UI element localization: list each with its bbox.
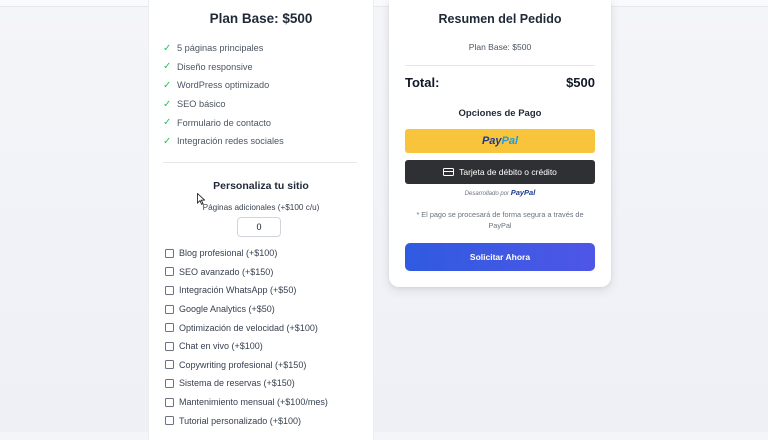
card-payment-label: Tarjeta de débito o crédito — [459, 167, 557, 177]
check-icon: ✓ — [163, 42, 172, 54]
summary-title: Resumen del Pedido — [438, 12, 562, 26]
total-label: Total: — [405, 75, 440, 90]
checkbox[interactable] — [165, 397, 174, 407]
feature-item: ✓ 5 páginas principales — [163, 42, 264, 54]
feature-item: ✓ Integración redes sociales — [163, 135, 284, 147]
addon-item[interactable]: Tutorial personalizado (+$100) — [165, 411, 328, 430]
addon-item[interactable]: Mantenimiento mensual (+$100/mes) — [165, 393, 328, 412]
checkbox[interactable] — [165, 341, 174, 351]
check-icon: ✓ — [163, 135, 172, 147]
order-summary-card: Resumen del Pedido Plan Base: $500 Total… — [389, 0, 611, 287]
feature-list: ✓ 5 páginas principales ✓ Diseño responsiv… — [163, 39, 284, 151]
secure-payment-note: * El pago se procesará de forma segura a… — [416, 210, 584, 230]
total-value: $500 — [566, 75, 595, 90]
paypal-brand: PayPal — [510, 188, 536, 197]
card-payment-button[interactable]: Tarjeta de débito o crédito — [405, 160, 595, 184]
addon-item[interactable]: Chat en vivo (+$100) — [165, 337, 328, 356]
addon-item[interactable]: Blog profesional (+$100) — [165, 244, 328, 263]
checkbox[interactable] — [165, 323, 174, 333]
divider — [163, 162, 357, 163]
paypal-button[interactable]: Pay Pal — [405, 129, 595, 153]
addon-list: Blog profesional (+$100) SEO avanzado (+… — [165, 244, 328, 430]
summary-plan-line: Plan Base: $500 — [468, 42, 532, 52]
checkbox[interactable] — [165, 360, 174, 370]
check-icon: ✓ — [163, 117, 172, 129]
check-icon: ✓ — [163, 98, 172, 110]
checkbox[interactable] — [165, 248, 174, 258]
customize-title: Personaliza tu sitio — [213, 180, 309, 192]
checkbox[interactable] — [165, 416, 174, 426]
paypal-logo-pay: Pay — [481, 135, 502, 147]
divider — [405, 65, 595, 66]
top-bar — [0, 0, 768, 7]
checkbox[interactable] — [165, 267, 174, 277]
addon-item[interactable]: Optimización de velocidad (+$100) — [165, 318, 328, 337]
additional-pages-label: Páginas adicionales (+$100 c/u) — [202, 203, 320, 212]
additional-pages-input[interactable] — [237, 217, 281, 237]
credit-card-icon — [443, 168, 455, 176]
plan-card: Plan Base: $500 ✓ 5 páginas principales ✓… — [148, 0, 374, 440]
addon-item[interactable]: SEO avanzado (+$150) — [165, 263, 328, 282]
powered-by: Desarrollado por PayPal — [464, 188, 536, 197]
checkbox[interactable] — [165, 304, 174, 314]
checkbox[interactable] — [165, 285, 174, 295]
addon-item[interactable]: Sistema de reservas (+$150) — [165, 374, 328, 393]
checkbox[interactable] — [165, 378, 174, 388]
paypal-logo-pal: Pal — [501, 135, 519, 147]
request-now-button[interactable]: Solicitar Ahora — [405, 243, 595, 271]
payment-options-title: Opciones de Pago — [458, 108, 542, 119]
feature-item: ✓ SEO básico — [163, 98, 226, 110]
feature-item: ✓ WordPress optimizado — [163, 79, 270, 91]
addon-item[interactable]: Copywriting profesional (+$150) — [165, 356, 328, 375]
mouse-cursor-icon — [197, 193, 205, 205]
addon-item[interactable]: Google Analytics (+$50) — [165, 300, 328, 319]
addon-item[interactable]: Integración WhatsApp (+$50) — [165, 281, 328, 300]
check-icon: ✓ — [163, 61, 172, 73]
feature-item: ✓ Formulario de contacto — [163, 117, 271, 129]
check-icon: ✓ — [163, 79, 172, 91]
plan-title: Plan Base: $500 — [209, 11, 313, 26]
feature-item: ✓ Diseño responsive — [163, 61, 253, 73]
